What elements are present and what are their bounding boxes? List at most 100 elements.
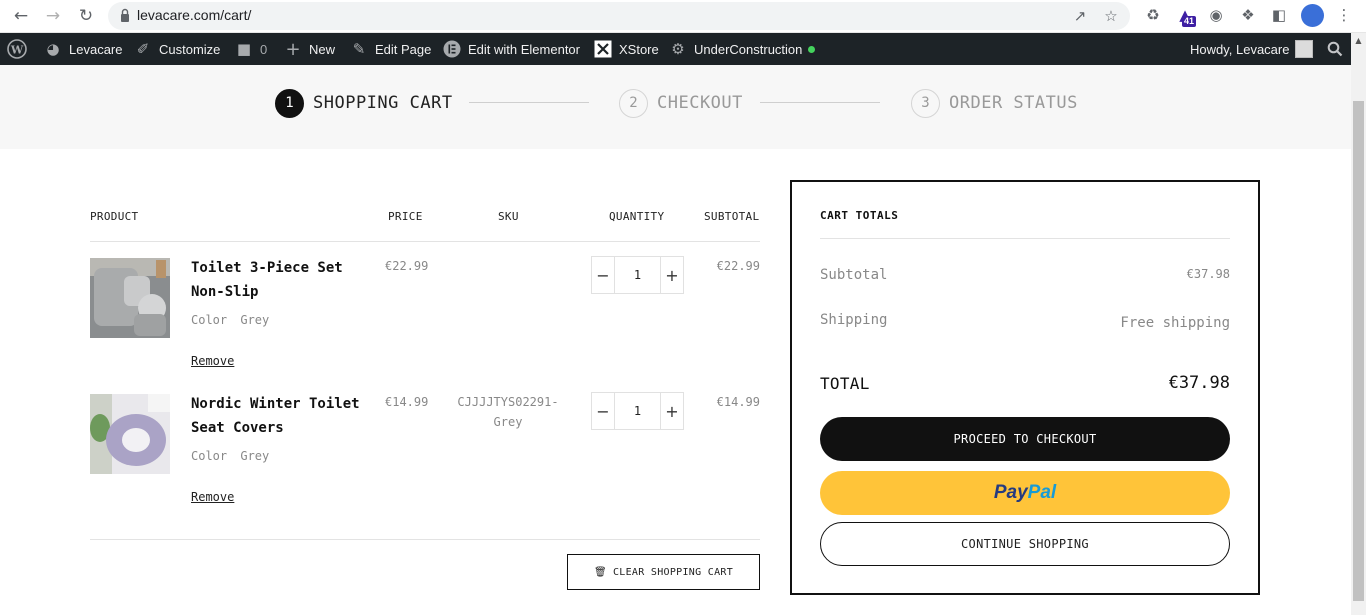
step-label: ORDER STATUS bbox=[949, 93, 1078, 113]
proceed-to-checkout-button[interactable]: PROCEED TO CHECKOUT bbox=[820, 417, 1230, 461]
quantity-stepper: − + bbox=[591, 392, 684, 430]
kebab-menu-icon[interactable]: ⋮ bbox=[1333, 4, 1355, 26]
profile-avatar[interactable] bbox=[1301, 4, 1324, 27]
step-order-status[interactable]: 3 ORDER STATUS bbox=[911, 88, 1078, 118]
adminbar-comments[interactable]: ■ 0 bbox=[234, 33, 267, 65]
wordpress-logo-icon[interactable]: W bbox=[7, 33, 27, 65]
quantity-input[interactable] bbox=[615, 393, 660, 429]
adminbar-my-account[interactable]: Howdy, Levacare bbox=[1190, 33, 1314, 65]
checkout-steps: 1 SHOPPING CART 2 CHECKOUT 3 ORDER STATU… bbox=[0, 65, 1351, 149]
clear-cart-button[interactable]: 🗑 CLEAR SHOPPING CART bbox=[567, 554, 760, 590]
quantity-input[interactable] bbox=[615, 257, 660, 293]
url-text: levacare.com/cart/ bbox=[137, 7, 252, 23]
product-thumbnail-seat-cover[interactable] bbox=[90, 394, 170, 474]
variation-label: Color bbox=[191, 313, 228, 327]
qty-increase-button[interactable]: + bbox=[660, 257, 683, 293]
recycle-icon[interactable]: ♻ bbox=[1142, 4, 1164, 26]
gear-icon: ⚙ bbox=[671, 40, 685, 58]
paypal-logo-part: Pay bbox=[993, 482, 1028, 503]
scroll-up-arrow-icon[interactable]: ▲ bbox=[1351, 33, 1366, 48]
adminbar-site-name[interactable]: ◕ Levacare bbox=[43, 33, 122, 65]
remove-item-link[interactable]: Remove bbox=[191, 354, 234, 368]
header-subtotal: SUBTOTAL bbox=[704, 210, 760, 223]
header-quantity: QUANTITY bbox=[609, 210, 665, 223]
adminbar-new[interactable]: + New bbox=[283, 33, 335, 65]
step-divider bbox=[469, 102, 589, 103]
paypal-logo-part: Pal bbox=[1027, 482, 1057, 503]
xstore-logo-icon bbox=[593, 39, 613, 59]
bookmark-star-icon[interactable]: ☆ bbox=[1101, 6, 1121, 26]
address-bar[interactable]: levacare.com/cart/ ↗ ☆ bbox=[108, 2, 1130, 30]
shipping-value: Free shipping bbox=[1120, 315, 1230, 331]
item-price: €22.99 bbox=[385, 259, 429, 273]
scrollbar-thumb[interactable] bbox=[1353, 101, 1364, 601]
browser-toolbar: ← → ↻ levacare.com/cart/ ↗ ☆ ♻ ▲ 41 ◉ ❖ … bbox=[0, 0, 1366, 33]
qty-increase-button[interactable]: + bbox=[660, 393, 683, 429]
search-icon bbox=[1325, 39, 1345, 59]
item-sku: CJJJJTYS02291-Grey bbox=[457, 395, 559, 429]
trash-icon: 🗑 bbox=[593, 566, 607, 578]
step-divider bbox=[760, 102, 880, 103]
product-name-link[interactable]: Nordic Winter Toilet Seat Covers bbox=[191, 392, 371, 440]
dashboard-gauge-icon: ◕ bbox=[46, 40, 60, 58]
howdy-label: Howdy, Levacare bbox=[1190, 41, 1290, 57]
status-dot bbox=[808, 45, 816, 53]
product-variation: Color Grey bbox=[191, 449, 275, 463]
subtotal-value: €37.98 bbox=[1186, 267, 1230, 281]
adminbar-edit-elementor[interactable]: Edit with Elementor bbox=[442, 33, 580, 65]
product-variation: Color Grey bbox=[191, 313, 275, 327]
new-label: New bbox=[309, 41, 336, 57]
svg-text:W: W bbox=[10, 44, 24, 57]
reload-icon[interactable]: ↻ bbox=[74, 4, 98, 28]
forward-arrow-icon[interactable]: → bbox=[41, 4, 65, 28]
extension-badge: 41 bbox=[1182, 16, 1197, 27]
under-construction-label: UnderConstruction bbox=[694, 41, 803, 57]
product-name-link[interactable]: Toilet 3-Piece Set Non-Slip bbox=[191, 256, 371, 304]
adminbar-search[interactable] bbox=[1325, 33, 1345, 65]
xstore-label: XStore bbox=[619, 41, 659, 57]
qty-decrease-button[interactable]: − bbox=[592, 393, 615, 429]
adminbar-edit-page[interactable]: ✎ Edit Page bbox=[349, 33, 432, 65]
step-shopping-cart[interactable]: 1 SHOPPING CART bbox=[275, 88, 453, 118]
plus-icon: + bbox=[285, 38, 301, 60]
share-icon[interactable]: ↗ bbox=[1070, 6, 1090, 26]
product-thumbnail-bath-set[interactable] bbox=[90, 258, 170, 338]
pencil-icon: ✎ bbox=[352, 40, 366, 58]
adminbar-under-construction[interactable]: ⚙ UnderConstruction bbox=[668, 33, 816, 65]
header-sku: SKU bbox=[498, 210, 519, 223]
variation-value: Grey bbox=[240, 313, 270, 327]
qty-decrease-button[interactable]: − bbox=[592, 257, 615, 293]
table-divider bbox=[90, 539, 760, 540]
adminbar-xstore[interactable]: XStore bbox=[593, 33, 659, 65]
checkout-label: PROCEED TO CHECKOUT bbox=[953, 432, 1097, 446]
comments-count: 0 bbox=[260, 41, 268, 57]
user-avatar bbox=[1295, 40, 1314, 58]
step-label: SHOPPING CART bbox=[313, 93, 453, 113]
totals-divider bbox=[820, 238, 1230, 239]
back-arrow-icon[interactable]: ← bbox=[9, 4, 33, 28]
step-checkout[interactable]: 2 CHECKOUT bbox=[619, 88, 743, 118]
item-price: €14.99 bbox=[385, 395, 429, 409]
remove-item-link[interactable]: Remove bbox=[191, 490, 234, 504]
continue-shopping-button[interactable]: CONTINUE SHOPPING bbox=[820, 522, 1230, 566]
edit-page-label: Edit Page bbox=[375, 41, 432, 57]
puzzle-extensions-icon[interactable]: ❖ bbox=[1237, 4, 1259, 26]
elementor-logo-icon bbox=[442, 39, 462, 59]
step-number: 2 bbox=[619, 88, 648, 118]
paintbrush-icon: ✐ bbox=[136, 40, 150, 58]
item-subtotal: €14.99 bbox=[716, 395, 760, 409]
adminbar-customize[interactable]: ✐ Customize bbox=[133, 33, 221, 65]
side-panel-icon[interactable]: ◧ bbox=[1268, 4, 1290, 26]
continue-label: CONTINUE SHOPPING bbox=[961, 537, 1089, 551]
cart-totals-panel: CART TOTALS Subtotal €37.98 Shipping Fre… bbox=[790, 180, 1260, 595]
subtotal-label: Subtotal bbox=[820, 267, 888, 283]
cart-totals-title: CART TOTALS bbox=[820, 209, 899, 222]
step-number: 3 bbox=[911, 88, 940, 118]
paypal-button[interactable]: Pay Pal bbox=[820, 471, 1230, 515]
globe-icon[interactable]: ◉ bbox=[1205, 4, 1227, 26]
item-subtotal: €22.99 bbox=[716, 259, 760, 273]
customize-label: Customize bbox=[159, 41, 221, 57]
site-name-label: Levacare bbox=[69, 41, 123, 57]
total-label: TOTAL bbox=[820, 374, 870, 393]
clear-cart-label: CLEAR SHOPPING CART bbox=[612, 566, 734, 578]
